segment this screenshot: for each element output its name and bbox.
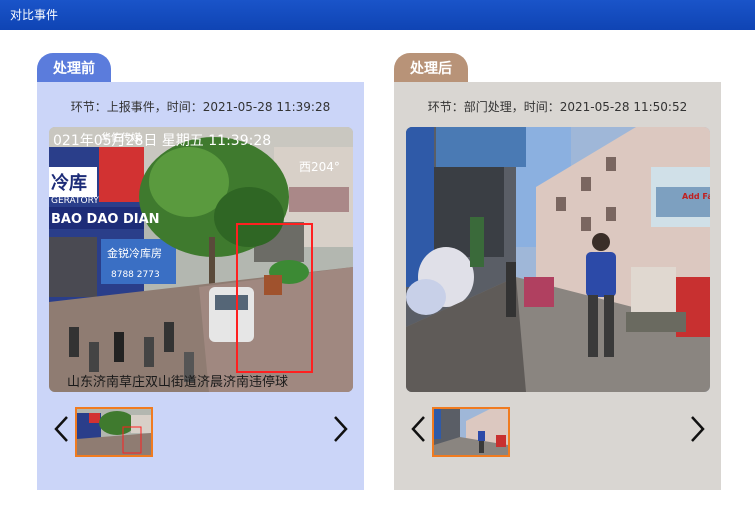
before-overlay-location: 山东济南草庄双山街道济晨济南违停球 — [67, 374, 288, 390]
before-shop-sign-2: GERATORY — [51, 196, 99, 206]
before-prev-arrow-icon[interactable] — [51, 414, 73, 444]
panel-after: 环节：部门处理，时间：2021-05-28 11:50:52 Add F — [394, 82, 721, 490]
after-caption: 环节：部门处理，时间：2021-05-28 11:50:52 — [427, 100, 688, 114]
before-next-arrow-icon[interactable] — [329, 414, 351, 444]
after-photo: Add Fan — [406, 127, 710, 392]
after-thumbnail[interactable] — [432, 407, 510, 457]
before-overlay-direction: 西204° — [299, 160, 340, 174]
before-photo: 021年05月28日 星期五 11:39:28 西204° 冷库 GERATOR… — [49, 127, 353, 392]
before-caption: 环节：上报事件，时间：2021-05-28 11:39:28 — [70, 100, 331, 114]
after-next-arrow-icon[interactable] — [686, 414, 708, 444]
before-shop-sign-3: BAO DAO DIAN — [51, 212, 160, 227]
before-shop-sign-6: 8788 2773 — [111, 270, 160, 280]
window-title: 对比事件 — [0, 0, 755, 30]
before-shop-sign-4: 华佑传媒 — [101, 131, 141, 144]
panel-before: 环节：上报事件，时间：2021-05-28 11:39:28 021年05月28… — [37, 82, 364, 490]
after-overlay-sign: Add Fan — [682, 192, 710, 201]
before-thumbnail[interactable] — [75, 407, 153, 457]
tab-before: 处理前 — [37, 53, 111, 85]
tab-after: 处理后 — [394, 53, 468, 85]
before-shop-sign-1: 冷库 — [51, 172, 87, 194]
after-prev-arrow-icon[interactable] — [408, 414, 430, 444]
before-overlay-timestamp: 021年05月28日 星期五 11:39:28 — [53, 133, 271, 149]
before-shop-sign-5: 金锐冷库房 — [107, 246, 162, 260]
